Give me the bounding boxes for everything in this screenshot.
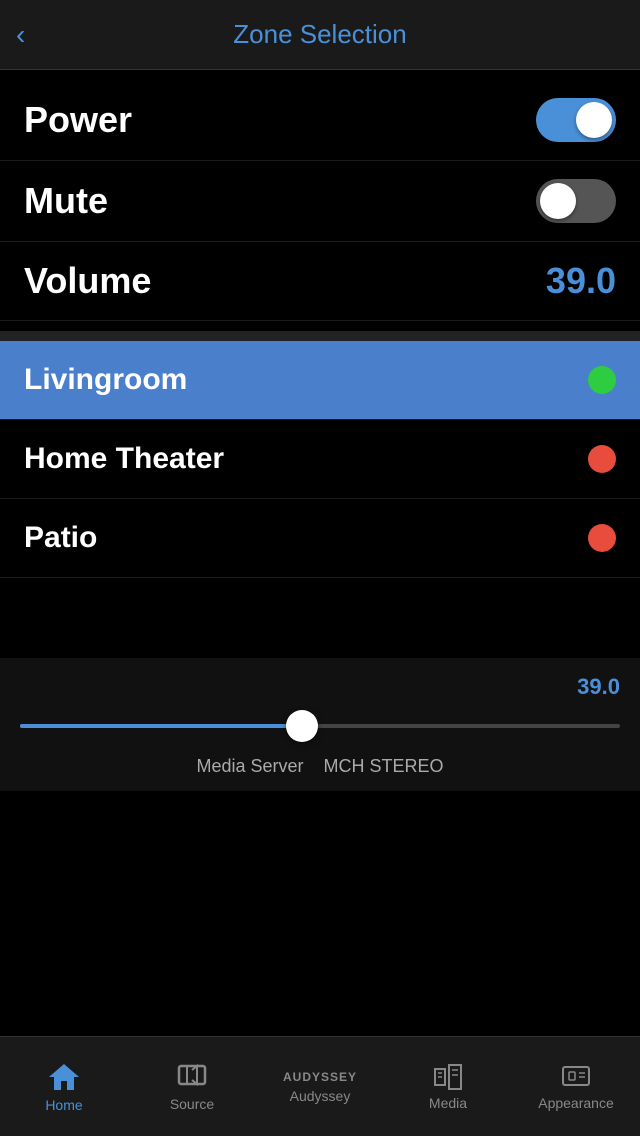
zone-status-home-theater [588, 445, 616, 473]
power-toggle-knob [576, 102, 612, 138]
zone-name-livingroom: Livingroom [24, 363, 187, 397]
controls-section: Power Mute Volume 39.0 [0, 70, 640, 331]
zone-row-home-theater[interactable]: Home Theater [0, 420, 640, 499]
power-label: Power [24, 99, 132, 141]
tab-audyssey[interactable]: AUDYSSEY Audyssey [256, 1037, 384, 1136]
zone-list: Livingroom Home Theater Patio [0, 341, 640, 578]
mute-label: Mute [24, 180, 108, 222]
power-row: Power [0, 80, 640, 161]
zone-status-livingroom [588, 366, 616, 394]
volume-bar-value: 39.0 [20, 674, 620, 700]
mute-toggle-knob [540, 183, 576, 219]
header: ‹ Zone Selection [0, 0, 640, 70]
volume-slider[interactable] [20, 706, 620, 746]
slider-thumb[interactable] [286, 710, 318, 742]
media-mode: MCH STEREO [324, 756, 444, 776]
slider-track [20, 724, 620, 728]
media-source: Media Server [196, 756, 303, 776]
slider-fill [20, 724, 302, 728]
audyssey-icon: AUDYSSEY [283, 1070, 357, 1084]
mute-row: Mute [0, 161, 640, 242]
section-divider [0, 331, 640, 341]
tab-appearance[interactable]: Appearance [512, 1037, 640, 1136]
tab-source[interactable]: Source [128, 1037, 256, 1136]
mute-toggle[interactable] [536, 179, 616, 223]
zone-name-home-theater: Home Theater [24, 442, 224, 476]
appearance-icon [561, 1063, 591, 1091]
source-icon [177, 1062, 207, 1092]
tab-source-label: Source [170, 1096, 214, 1112]
tab-home[interactable]: Home [0, 1037, 128, 1136]
volume-row: Volume 39.0 [0, 242, 640, 321]
zone-name-patio: Patio [24, 521, 97, 555]
zone-status-patio [588, 524, 616, 552]
page-title: Zone Selection [233, 19, 406, 50]
power-toggle[interactable] [536, 98, 616, 142]
tab-appearance-label: Appearance [538, 1095, 614, 1111]
volume-label: Volume [24, 260, 151, 302]
home-icon [48, 1061, 80, 1093]
zone-row-livingroom[interactable]: Livingroom [0, 341, 640, 420]
back-button[interactable]: ‹ [16, 19, 25, 51]
volume-value: 39.0 [546, 260, 616, 302]
tab-audyssey-label: Audyssey [290, 1088, 351, 1104]
media-icon [433, 1063, 463, 1091]
tab-media-label: Media [429, 1095, 467, 1111]
tab-media[interactable]: Media [384, 1037, 512, 1136]
media-info: Media Server MCH STEREO [20, 746, 620, 781]
tab-home-label: Home [45, 1097, 82, 1113]
tab-bar: Home Source AUDYSSEY Audyssey Media [0, 1036, 640, 1136]
volume-bar-section: 39.0 Media Server MCH STEREO [0, 658, 640, 791]
zone-row-patio[interactable]: Patio [0, 499, 640, 578]
